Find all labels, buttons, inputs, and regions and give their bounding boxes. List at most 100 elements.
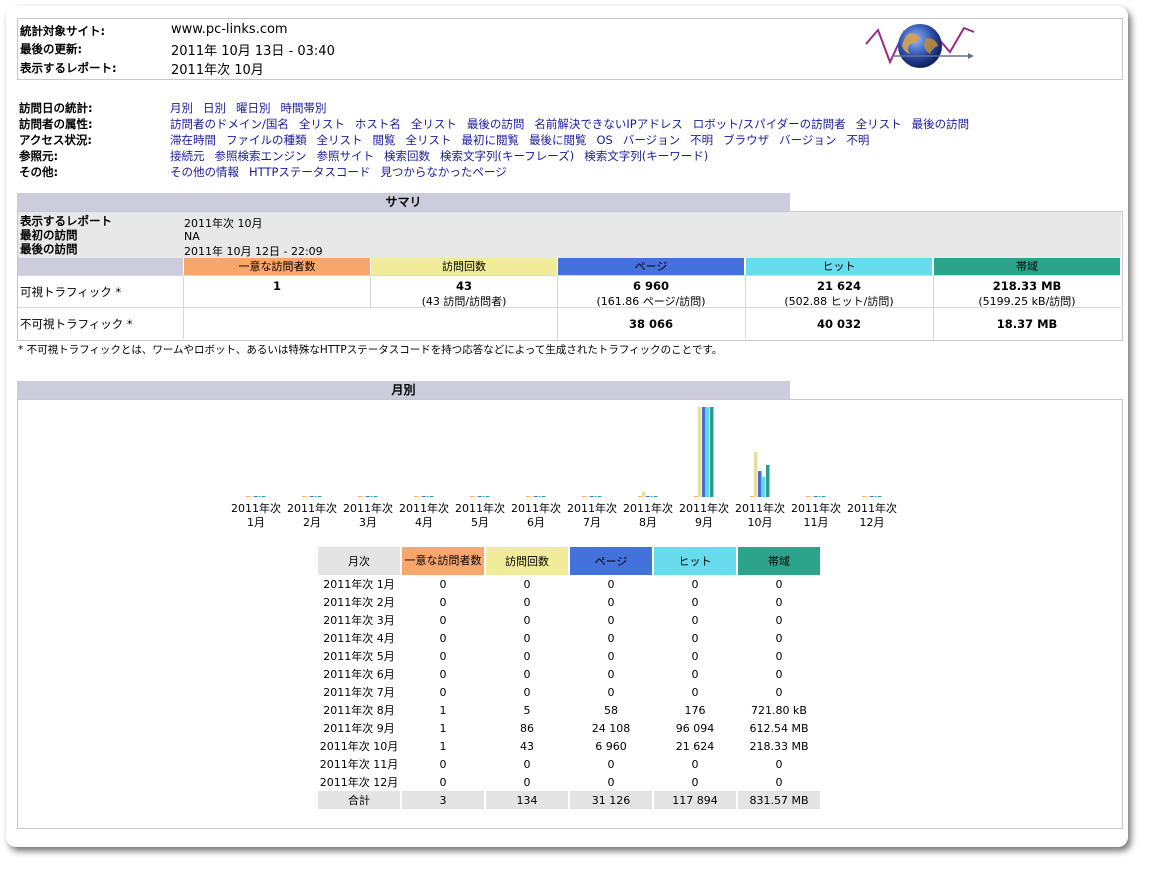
nav-link[interactable]: HTTPステータスコード (249, 165, 370, 179)
table-row: 2011年次 4月 0 0 0 0 0 (318, 629, 820, 647)
chart-bar (530, 496, 534, 497)
chart-bar (710, 407, 714, 497)
table-cell: 86 (520, 721, 534, 735)
nav-link[interactable]: 全リスト (317, 133, 363, 147)
table-cell: 2011年次 3月 (323, 614, 395, 627)
table-cell: 2011年次 10月 (319, 740, 399, 753)
table-total-row: 合計 3 134 31 126 117 894 831.57 MB (318, 791, 820, 809)
chart-bar (598, 496, 602, 497)
chart-bar (526, 496, 530, 497)
nav-link[interactable]: その他の情報 (170, 165, 239, 179)
nav-link[interactable]: 訪問者のドメイン/国名 (170, 117, 289, 131)
summary-header-spacer (18, 258, 183, 275)
chart-tick-label: 7月 (583, 516, 601, 529)
table-cell: 0 (439, 667, 447, 681)
chart-bar (874, 496, 878, 497)
nav-link[interactable]: 名前解決できないIPアドレス (534, 117, 682, 131)
nav-link[interactable]: 最後の訪問 (467, 117, 525, 131)
nav-link[interactable]: 月別 (170, 101, 193, 115)
nav-link[interactable]: 閲覧 (373, 133, 396, 147)
chart-bar (482, 496, 486, 497)
nav-link[interactable]: 最後の訪問 (912, 117, 970, 131)
nav-link[interactable]: 最後に閲覧 (529, 133, 587, 147)
nav-link[interactable]: 曜日別 (236, 101, 271, 115)
nav-link[interactable]: ブラウザ (723, 133, 769, 147)
updated-label: 最後の更新: (20, 42, 83, 56)
nav-link[interactable]: 不明 (846, 133, 869, 147)
table-cell: 2011年次 8月 (323, 704, 395, 717)
chart-bar (538, 496, 542, 497)
chart-bar (534, 496, 538, 497)
nav-link[interactable]: ホスト名 (355, 117, 401, 131)
invisible-traffic-note: * 不可視トラフィックとは、ワームやロボット、あるいは特殊なHTTPステータスコ… (18, 344, 723, 356)
table-cell: 0 (607, 685, 615, 699)
chart-bar (374, 496, 378, 497)
nav-link[interactable]: 検索文字列(キーフレーズ) (440, 149, 574, 163)
chart-bar (814, 496, 818, 497)
chart-bar (758, 471, 762, 497)
table-cell: 0 (607, 649, 615, 663)
nav-link[interactable]: 検索回数 (384, 149, 430, 163)
nav-link[interactable]: 参照検索エンジン (215, 149, 307, 163)
nav-link[interactable]: 見つからなかったページ (380, 165, 506, 179)
nav-link[interactable]: バージョン (779, 133, 836, 147)
table-row: 2011年次 9月 1 86 24 108 96 094 612.54 MB (318, 719, 820, 737)
table-cell: 0 (775, 631, 783, 645)
chart-bar (430, 496, 434, 497)
chart-bar (698, 407, 702, 497)
table-cell: 0 (523, 631, 531, 645)
nav-link[interactable]: 不明 (690, 133, 713, 147)
total-cell: 合計 (318, 791, 400, 809)
awstats-globe-logo[interactable] (864, 22, 976, 72)
nav-link[interactable]: 参照サイト (317, 149, 375, 163)
nav-link[interactable]: 全リスト (406, 133, 452, 147)
visible-visits: 43 (43 訪問/訪問者) (421, 279, 507, 308)
nav-link[interactable]: 最初に閲覧 (462, 133, 520, 147)
nav-link[interactable]: 滞在時間 (170, 133, 216, 147)
nav-link[interactable]: バージョン (623, 133, 680, 147)
table-cell: 0 (523, 667, 531, 681)
visible-hits: 21 624 (502.88 ヒット/訪問) (784, 279, 894, 308)
nav-link[interactable]: ロボット/スパイダーの訪問者 (693, 117, 846, 131)
table-cell: 721.80 kB (751, 703, 807, 717)
chart-bar (370, 496, 374, 497)
table-cell: 2011年次 9月 (323, 722, 395, 735)
mcol-unique: 一意な訪問者数 (402, 547, 484, 575)
nav-link[interactable]: 全リスト (411, 117, 457, 131)
invisible-bandwidth: 18.37 MB (996, 317, 1058, 331)
summary-info: 表示するレポート 2011年次 10月 最初の訪問 NA 最後の訪問 2011年… (18, 212, 1121, 258)
nav-link[interactable]: 日別 (203, 101, 226, 115)
nav-links: 訪問者のドメイン/国名 全リスト ホスト名 全リスト 最後の訪問 名前解決できないIPアド… (170, 116, 979, 132)
table-cell: 0 (607, 613, 615, 627)
chart-bar (254, 496, 258, 497)
chart-bar (862, 496, 866, 497)
nav-link[interactable]: 全リスト (299, 117, 345, 131)
chart-tick-label: 3月 (359, 516, 377, 529)
nav-link[interactable]: 時間帯別 (281, 101, 327, 115)
table-cell: 0 (691, 667, 699, 681)
nav-label: アクセス状況: (19, 133, 93, 147)
nav-link[interactable]: 検索文字列(キーワード) (584, 149, 708, 163)
nav-link[interactable]: 全リスト (856, 117, 902, 131)
chart-tick-label: 2011年次 (343, 501, 393, 515)
summary-report-value: 2011年次 10月 (184, 217, 263, 230)
chart-tick-label: 8月 (639, 516, 657, 529)
table-cell: 218.33 MB (749, 739, 809, 753)
chart-bar (582, 496, 586, 497)
table-cell: 0 (607, 631, 615, 645)
nav-link[interactable]: OS (597, 133, 613, 147)
summary-col-pages: ページ (558, 258, 744, 275)
summary-first-value: NA (184, 230, 200, 243)
table-cell: 176 (684, 703, 706, 717)
nav-label: 参照元: (19, 149, 59, 163)
nav-link[interactable]: ファイルの種類 (226, 133, 307, 147)
chart-bar (878, 496, 882, 497)
nav-link[interactable]: 接続元 (170, 149, 205, 163)
nav-label: その他: (19, 165, 59, 179)
chart-bar (638, 496, 642, 497)
table-cell: 0 (523, 757, 531, 771)
chart-bar (702, 407, 706, 497)
table-cell: 0 (691, 595, 699, 609)
chart-tick-label: 6月 (527, 516, 545, 529)
chart-bar (542, 496, 546, 497)
